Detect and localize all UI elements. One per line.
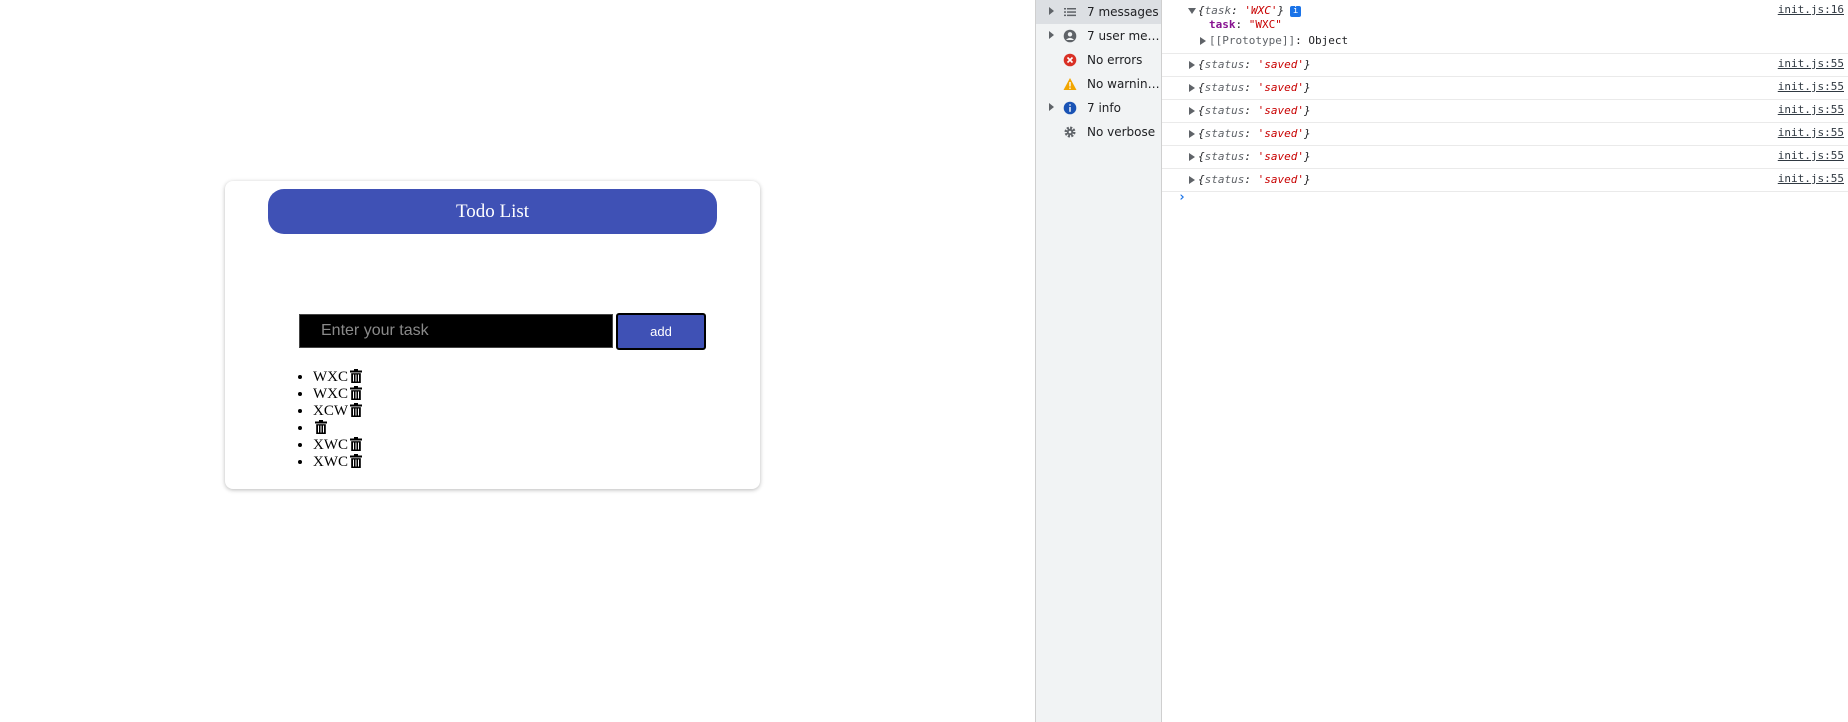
message-text: {status: 'saved'} [1198, 173, 1311, 186]
property-key: task [1209, 18, 1236, 31]
console-message[interactable]: {status: 'saved'} init.js:55 [1162, 169, 1848, 192]
sidebar-item-user-messages[interactable]: 7 user mes… [1036, 24, 1161, 48]
source-link[interactable]: init.js:55 [1778, 172, 1844, 185]
source-link[interactable]: init.js:55 [1778, 103, 1844, 116]
property-value: "WXC" [1248, 18, 1282, 31]
expand-arrow-icon[interactable] [1189, 84, 1195, 92]
warning-icon [1063, 78, 1077, 90]
task-item: XWC [313, 454, 362, 471]
collapse-arrow-icon[interactable] [1188, 8, 1196, 14]
expand-arrow-icon[interactable] [1189, 176, 1195, 184]
source-link[interactable]: init.js:55 [1778, 126, 1844, 139]
info-badge-icon[interactable]: i [1290, 6, 1302, 17]
sidebar-item-warnings[interactable]: No warnings [1036, 72, 1161, 96]
task-text: XWC [313, 437, 348, 453]
list-icon [1064, 8, 1076, 17]
task-input[interactable] [299, 314, 613, 348]
sidebar-item-label: No warnings [1087, 77, 1161, 91]
message-text: {status: 'saved'} [1198, 58, 1311, 71]
object-key: status [1204, 81, 1245, 94]
todo-card: Todo List add WXCWXCXCWXWCXWC [225, 181, 760, 489]
source-link[interactable]: init.js:55 [1778, 80, 1844, 93]
console-message[interactable]: {status: 'saved'} init.js:55 [1162, 77, 1848, 100]
message-text: {status: 'saved'} [1198, 81, 1311, 94]
page-title: Todo List [268, 189, 717, 234]
task-text: WXC [313, 369, 348, 385]
sidebar-item-label: 7 user mes… [1087, 29, 1161, 43]
expand-arrow-icon[interactable] [1189, 107, 1195, 115]
trash-icon[interactable] [350, 437, 362, 451]
collapsed-message-list: {status: 'saved'} init.js:55 {status: 'sav… [1162, 54, 1848, 192]
source-link[interactable]: init.js:16 [1778, 3, 1844, 16]
object-key: status [1204, 104, 1245, 117]
sidebar-item-label: No verbose [1087, 125, 1156, 139]
expand-arrow-icon[interactable] [1200, 37, 1206, 45]
sidebar-item-messages[interactable]: 7 messages [1036, 0, 1161, 24]
task-item: WXC [313, 386, 362, 403]
console-message[interactable]: {status: 'saved'} init.js:55 [1162, 146, 1848, 169]
sidebar-item-label: 7 messages [1087, 5, 1159, 19]
task-item [313, 420, 362, 437]
expand-arrow-icon[interactable] [1189, 61, 1195, 69]
source-link[interactable]: init.js:55 [1778, 149, 1844, 162]
message-text: {status: 'saved'} [1198, 104, 1311, 117]
error-icon [1063, 53, 1077, 67]
object-value: 'saved' [1257, 173, 1304, 186]
info-icon [1063, 101, 1077, 115]
message-text: {task: 'WXC'} i [1198, 4, 1302, 17]
sidebar-item-label: No errors [1087, 53, 1143, 67]
object-value: 'saved' [1257, 150, 1304, 163]
sidebar-item-verbose[interactable]: No verbose [1036, 120, 1161, 144]
task-text: XWC [313, 454, 348, 470]
trash-icon[interactable] [350, 386, 362, 400]
expand-arrow-icon[interactable] [1189, 153, 1195, 161]
message-text: {status: 'saved'} [1198, 127, 1311, 140]
task-list: WXCWXCXCWXWCXWC [287, 369, 362, 471]
object-value: 'saved' [1257, 127, 1304, 140]
trash-icon[interactable] [350, 369, 362, 383]
console-sidebar: 7 messages 7 user mes… No errors No warn [1036, 0, 1162, 722]
prototype-line: [[Prototype]]: Object [1209, 34, 1349, 47]
trash-icon[interactable] [315, 420, 327, 434]
sidebar-item-errors[interactable]: No errors [1036, 48, 1161, 72]
console-message[interactable]: {status: 'saved'} init.js:55 [1162, 100, 1848, 123]
task-item: XCW [313, 403, 362, 420]
task-text: XCW [313, 403, 348, 419]
message-text: {status: 'saved'} [1198, 150, 1311, 163]
object-key: status [1204, 150, 1245, 163]
task-item: WXC [313, 369, 362, 386]
task-text: WXC [313, 386, 348, 402]
expand-arrow-icon[interactable] [1049, 103, 1054, 111]
console-message[interactable]: {status: 'saved'} init.js:55 [1162, 54, 1848, 77]
object-value: 'saved' [1257, 58, 1304, 71]
expand-arrow-icon[interactable] [1049, 7, 1054, 15]
property-line: task: "WXC" [1209, 18, 1282, 31]
expand-arrow-icon[interactable] [1189, 130, 1195, 138]
object-key: status [1204, 127, 1245, 140]
sidebar-item-label: 7 info [1087, 101, 1121, 115]
user-icon [1063, 29, 1077, 43]
expand-arrow-icon[interactable] [1049, 31, 1054, 39]
console-message[interactable]: {task: 'WXC'} i init.js:16 task: "WXC" [[… [1162, 0, 1848, 54]
console-message[interactable]: {status: 'saved'} init.js:55 [1162, 123, 1848, 146]
prototype-key: [[Prototype]] [1209, 34, 1296, 47]
devtools-panel: 7 messages 7 user mes… No errors No warn [1035, 0, 1848, 722]
source-link[interactable]: init.js:55 [1778, 57, 1844, 70]
console-prompt-icon[interactable]: › [1178, 190, 1186, 205]
object-key: task [1204, 4, 1232, 17]
sidebar-item-info[interactable]: 7 info [1036, 96, 1161, 120]
trash-icon[interactable] [350, 454, 362, 468]
trash-icon[interactable] [350, 403, 362, 417]
object-key: status [1204, 58, 1245, 71]
object-value: 'saved' [1257, 81, 1304, 94]
gear-icon [1064, 126, 1076, 138]
object-key: status [1204, 173, 1245, 186]
prototype-value: Object [1308, 34, 1349, 47]
add-button[interactable]: add [616, 313, 706, 350]
console-messages: {task: 'WXC'} i init.js:16 task: "WXC" [[… [1162, 0, 1848, 722]
object-value: 'saved' [1257, 104, 1304, 117]
object-value: 'WXC' [1244, 4, 1278, 17]
task-item: XWC [313, 437, 362, 454]
